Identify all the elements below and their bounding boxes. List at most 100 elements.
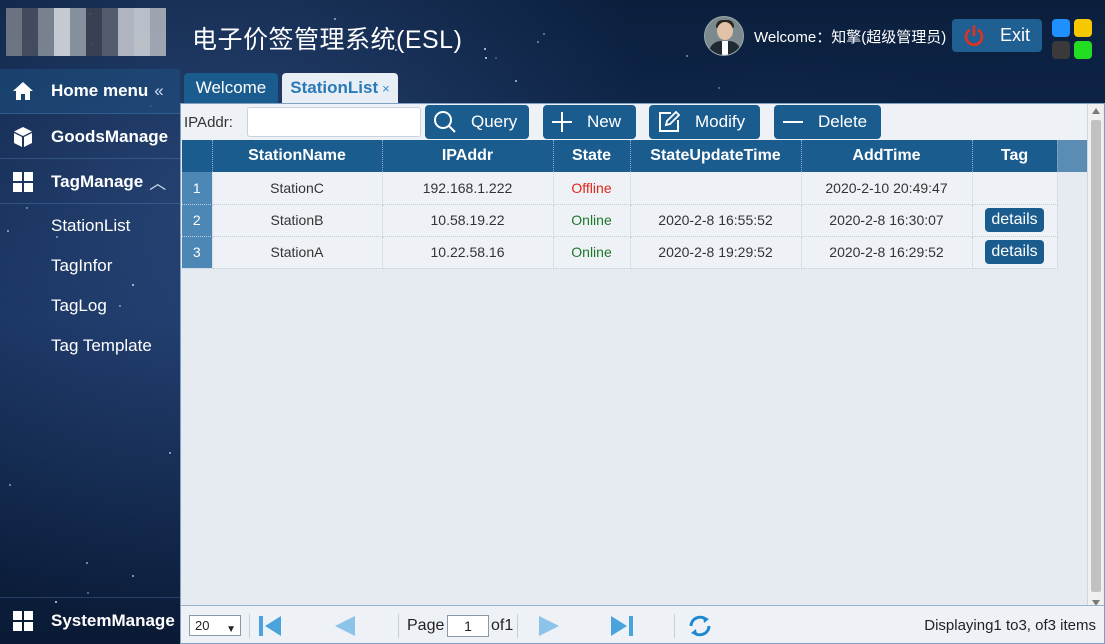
sidebar: Home menu « GoodsManage TagManage ︿ Stat… <box>0 69 180 644</box>
prev-page-icon[interactable] <box>331 614 357 638</box>
sidebar-item-system[interactable]: SystemManage <box>0 597 180 644</box>
vertical-scrollbar[interactable] <box>1087 104 1103 610</box>
pager-info: Displaying1 to3, of3 items <box>924 617 1096 634</box>
theme-green-swatch[interactable] <box>1074 41 1092 59</box>
header-filler <box>1057 140 1087 172</box>
theme-switcher[interactable] <box>1052 19 1092 59</box>
tab-welcome-label: Welcome <box>195 78 267 97</box>
cell-add-time: 2020-2-8 16:30:07 <box>801 204 973 237</box>
cell-ipaddr: 10.58.19.22 <box>382 204 554 237</box>
first-page-icon[interactable] <box>257 614 283 638</box>
user-avatar[interactable] <box>704 16 744 56</box>
page-number-input[interactable]: 1 <box>447 615 489 637</box>
sidebar-sub-stationlist[interactable]: StationList <box>51 216 130 236</box>
row-number: 1 <box>182 172 213 205</box>
caret-down-icon: ▼ <box>226 624 236 635</box>
tab-bar: Welcome StationList × <box>180 69 1105 103</box>
toolbar: IPAddr: Query New Modify Delete <box>181 104 1087 140</box>
details-button[interactable]: details <box>985 208 1044 232</box>
row-number-header <box>182 140 213 172</box>
col-header-ipaddr[interactable]: IPAddr <box>382 140 554 172</box>
row-number: 3 <box>182 236 213 269</box>
power-icon <box>964 24 984 46</box>
refresh-icon[interactable] <box>687 614 713 638</box>
theme-blue-swatch[interactable] <box>1052 19 1070 37</box>
sidebar-sub-tagtemplate[interactable]: Tag Template <box>51 336 152 356</box>
close-icon[interactable]: × <box>382 81 390 96</box>
page-size-select[interactable]: 20 ▼ <box>189 615 241 636</box>
sidebar-item-goods[interactable]: GoodsManage <box>0 115 180 159</box>
station-table: StationName IPAddr State StateUpdateTime… <box>182 140 1087 269</box>
table-row[interactable]: 1 StationC 192.168.1.222 Offline 2020-2-… <box>182 172 1087 205</box>
exit-button[interactable]: Exit <box>952 19 1042 52</box>
new-label: New <box>587 112 622 131</box>
cell-state: Offline <box>553 172 631 205</box>
edit-icon <box>659 110 681 132</box>
tab-stationlist-label: StationList <box>290 78 379 97</box>
pager-divider <box>249 614 250 638</box>
welcome-user-text: Welcome：知擎(超级管理员) <box>754 29 947 46</box>
cell-state: Online <box>553 204 631 237</box>
new-button[interactable]: New <box>543 105 636 139</box>
page-size-value: 20 <box>195 618 210 633</box>
page-of-label: of1 <box>491 617 514 634</box>
collapse-icon[interactable]: « <box>154 81 163 101</box>
tab-welcome[interactable]: Welcome <box>184 73 278 103</box>
blurred-logo <box>6 8 166 56</box>
details-button[interactable]: details <box>985 240 1044 264</box>
top-header: 电子价签管理系统(ESL) Welcome：知擎(超级管理员) Exit <box>0 0 1105 69</box>
sidebar-sub-taginfor[interactable]: TagInfor <box>51 256 112 276</box>
sidebar-system-label: SystemManage <box>51 611 175 630</box>
delete-label: Delete <box>818 112 868 131</box>
cell-tag: details <box>972 204 1058 237</box>
query-button[interactable]: Query <box>425 105 529 139</box>
cell-ipaddr: 192.168.1.222 <box>382 172 554 205</box>
col-header-stateupdatetime[interactable]: StateUpdateTime <box>630 140 802 172</box>
query-label: Query <box>471 112 518 131</box>
cube-icon <box>14 126 32 147</box>
cell-add-time: 2020-2-10 20:49:47 <box>801 172 973 205</box>
sidebar-item-tag[interactable]: TagManage ︿ <box>0 160 180 204</box>
table-row[interactable]: 2 StationB 10.58.19.22 Online 2020-2-8 1… <box>182 204 1087 237</box>
next-page-icon[interactable] <box>537 614 563 638</box>
scroll-up-icon[interactable] <box>1092 108 1100 114</box>
plus-icon <box>552 112 572 132</box>
sidebar-goods-label: GoodsManage <box>51 126 169 146</box>
theme-yellow-swatch[interactable] <box>1074 19 1092 37</box>
windows-icon <box>13 611 33 631</box>
col-header-tag[interactable]: Tag <box>972 140 1058 172</box>
cell-tag <box>972 172 1058 205</box>
delete-button[interactable]: Delete <box>774 105 881 139</box>
tab-stationlist[interactable]: StationList × <box>282 73 398 103</box>
ipaddr-label: IPAddr: <box>184 114 233 131</box>
col-header-stationname[interactable]: StationName <box>212 140 383 172</box>
chevron-up-icon: ︿ <box>149 174 167 193</box>
table-row[interactable]: 3 StationA 10.22.58.16 Online 2020-2-8 1… <box>182 236 1087 269</box>
col-header-state[interactable]: State <box>553 140 631 172</box>
cell-add-time: 2020-2-8 16:29:52 <box>801 236 973 269</box>
sidebar-sub-taglog[interactable]: TagLog <box>51 296 107 316</box>
main-area: Welcome StationList × IPAddr: Query New … <box>180 69 1105 644</box>
search-icon <box>434 111 456 133</box>
content-panel: IPAddr: Query New Modify Delete StationN… <box>180 103 1105 644</box>
pager-divider <box>517 614 518 638</box>
home-icon <box>13 82 33 100</box>
theme-dark-swatch[interactable] <box>1052 41 1070 59</box>
sidebar-tag-label: TagManage <box>51 171 144 191</box>
cell-ipaddr: 10.22.58.16 <box>382 236 554 269</box>
last-page-icon[interactable] <box>609 614 635 638</box>
ipaddr-input[interactable] <box>247 107 421 137</box>
row-number: 2 <box>182 204 213 237</box>
cell-station-name: StationB <box>212 204 383 237</box>
modify-label: Modify <box>695 112 746 131</box>
col-header-addtime[interactable]: AddTime <box>801 140 973 172</box>
scroll-thumb[interactable] <box>1091 120 1101 592</box>
windows-icon <box>13 171 33 192</box>
modify-button[interactable]: Modify <box>649 105 760 139</box>
exit-label: Exit <box>1000 25 1031 45</box>
cell-state-update-time <box>630 172 802 205</box>
sidebar-item-home[interactable]: Home menu « <box>0 69 180 114</box>
cell-station-name: StationA <box>212 236 383 269</box>
cell-state: Online <box>553 236 631 269</box>
cell-state-update-time: 2020-2-8 19:29:52 <box>630 236 802 269</box>
